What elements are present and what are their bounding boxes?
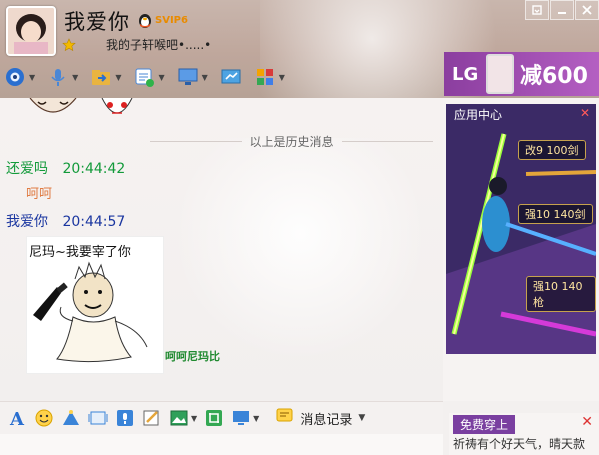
news-ticker[interactable]: 免费穿上 ✕ 祈祷有个好天气，晴天款 <box>449 413 599 455</box>
video-call-icon <box>4 66 26 88</box>
chat-history[interactable]: 以上是历史消息 还爱吗 20:44:42 呵呵 我爱你 20:44:57 尼玛~… <box>0 98 443 401</box>
message-history-icon <box>275 406 295 430</box>
chevron-down-icon[interactable]: ▼ <box>115 73 121 82</box>
remote-desktop-icon <box>177 66 199 88</box>
remote-desktop-button[interactable]: ▼ <box>177 66 208 88</box>
message-header: 我爱你 20:44:57 <box>6 211 125 231</box>
svg-text:A: A <box>9 409 25 428</box>
sticker-image <box>29 98 77 113</box>
apps-icon <box>254 66 276 88</box>
app-center-title: 应用中心 <box>454 108 503 122</box>
screenshot-button[interactable] <box>204 408 224 428</box>
magic-icon <box>61 408 81 428</box>
news-tag[interactable]: 免费穿上 <box>453 415 516 434</box>
image-button[interactable]: ▼ <box>169 408 197 428</box>
equip-label: 强10 140枪 <box>526 276 596 312</box>
sms-icon <box>133 66 155 88</box>
chevron-down-icon[interactable]: ▼ <box>29 73 35 82</box>
voice-message-button[interactable] <box>115 408 135 428</box>
screenshot-icon <box>204 408 224 428</box>
qq-penguin-icon <box>139 14 151 28</box>
magic-button[interactable] <box>61 408 81 428</box>
message-input[interactable] <box>0 434 443 455</box>
divider-line <box>341 141 434 142</box>
meme-tag: 呵呵尼玛比 <box>165 350 220 363</box>
ad-banner[interactable]: LG 减600 <box>444 52 599 96</box>
sender-name[interactable]: 我爱你 <box>6 214 48 230</box>
toolbar: ▼ ▼ ▼ ▼ ▼ ▼ <box>4 62 297 92</box>
phone-image <box>486 54 514 94</box>
equip-label: 强10 140剑 <box>518 204 593 224</box>
voice-message-icon <box>115 408 135 428</box>
voice-call-button[interactable]: ▼ <box>47 66 78 88</box>
window-shake-icon <box>88 408 108 428</box>
sender-name[interactable]: 还爱吗 <box>6 161 48 177</box>
message-history-button[interactable]: 消息记录 ▼ <box>275 406 365 430</box>
chevron-down-icon[interactable]: ▼ <box>158 73 164 82</box>
font-icon: A <box>7 408 27 428</box>
send-file-button[interactable]: ▼ <box>90 66 121 88</box>
apps-button[interactable]: ▼ <box>254 66 285 88</box>
chevron-down-icon[interactable]: ▼ <box>253 414 259 423</box>
restore-icon[interactable] <box>525 0 549 20</box>
window-shake-button[interactable] <box>88 408 108 428</box>
sms-button[interactable]: ▼ <box>133 66 165 88</box>
contact-signature: 我的子轩喉吧•.....• <box>106 38 212 52</box>
doodle-button[interactable] <box>142 408 162 428</box>
message-time: 20:44:42 <box>62 161 126 177</box>
emoji-icon <box>34 408 54 428</box>
chevron-down-icon[interactable]: ▼ <box>191 414 197 423</box>
ad-promo: 减600 <box>520 64 588 89</box>
chevron-down-icon[interactable]: ▼ <box>202 73 208 82</box>
screen-share-button[interactable]: ▼ <box>231 408 259 428</box>
voice-call-icon <box>47 66 69 88</box>
chevron-down-icon[interactable]: ▼ <box>72 73 78 82</box>
font-button[interactable]: A <box>7 408 27 428</box>
close-icon[interactable]: ✕ <box>581 414 593 430</box>
news-text: 祈祷有个好天气，晴天款 <box>453 437 586 451</box>
history-divider-label: 以上是历史消息 <box>249 135 334 149</box>
video-call-button[interactable]: ▼ <box>4 66 35 88</box>
chevron-down-icon[interactable]: ▼ <box>279 73 285 82</box>
app-center-panel[interactable]: 应用中心 ✕ 改9 100剑 强10 140剑 强10 140枪 <box>446 104 596 354</box>
history-divider: 以上是历史消息 <box>150 133 434 150</box>
doodle-icon <box>142 408 162 428</box>
window-controls <box>524 0 599 20</box>
vip-label: SVIP6 <box>155 14 188 26</box>
divider-line <box>150 141 242 142</box>
vip-badge[interactable]: SVIP6 <box>136 11 188 29</box>
close-icon[interactable]: ✕ <box>580 106 592 120</box>
share-screen-button[interactable] <box>220 66 242 88</box>
contact-nickname: 我爱你 <box>64 10 130 34</box>
meme-image[interactable]: 尼玛~我要宰了你 <box>26 236 164 374</box>
message-time: 20:44:57 <box>62 214 126 230</box>
send-file-icon <box>90 66 112 88</box>
image-icon <box>169 408 189 428</box>
share-screen-icon <box>220 66 242 88</box>
message-history-label: 消息记录 <box>300 412 353 428</box>
avatar[interactable] <box>6 6 56 56</box>
title-bar: 我爱你 SVIP6 我的子轩喉吧•.....• ▼ ▼ ▼ ▼ ▼ ▼ LG 减… <box>0 0 599 98</box>
minimize-icon[interactable] <box>550 0 574 20</box>
input-toolbar: A ▼ ▼ 消息记录 ▼ <box>0 401 443 434</box>
emoji-button[interactable] <box>34 408 54 428</box>
message-text: 呵呵 <box>26 187 53 202</box>
close-icon[interactable] <box>575 0 599 20</box>
screen-share-icon <box>231 408 251 428</box>
chevron-down-icon: ▼ <box>358 413 366 423</box>
ad-brand: LG <box>452 63 479 85</box>
equip-label: 改9 100剑 <box>518 140 586 160</box>
star-icon[interactable] <box>62 38 76 52</box>
sticker-image <box>101 98 133 114</box>
message-header: 还爱吗 20:44:42 <box>6 158 125 178</box>
